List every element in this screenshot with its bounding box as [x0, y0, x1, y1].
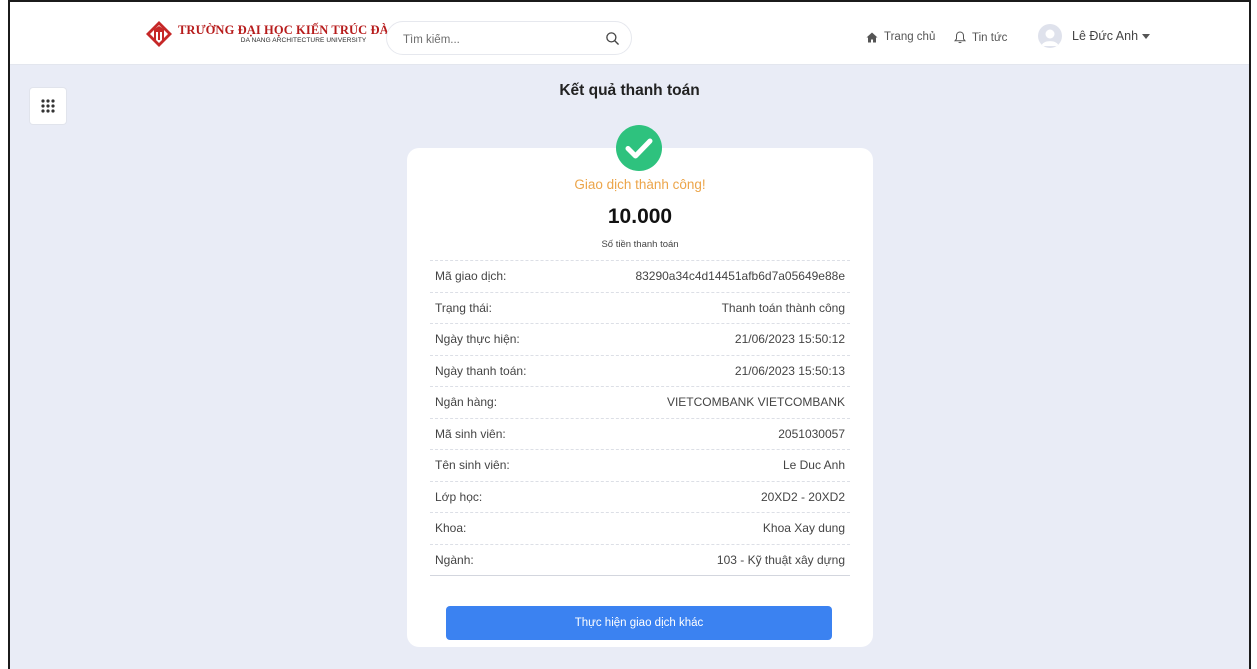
detail-row-paid-date: Ngày thanh toán: 21/06/2023 15:50:13 — [430, 354, 850, 387]
detail-label: Ngày thực hiện: — [435, 332, 520, 347]
top-navbar: TRƯỜNG ĐẠI HỌC KIẾN TRÚC ĐÀ NẴNG DA NANG… — [10, 2, 1249, 65]
nav-news-link[interactable]: Tin tức — [954, 31, 1007, 44]
detail-label: Ngân hàng: — [435, 395, 498, 410]
apps-grid-icon — [41, 99, 55, 113]
university-logo-icon — [146, 21, 172, 47]
detail-label: Mã giao dịch: — [435, 269, 507, 284]
home-icon — [866, 32, 878, 42]
user-menu[interactable]: Lê Đức Anh — [1038, 24, 1151, 48]
detail-label: Ngày thanh toán: — [435, 363, 527, 378]
detail-value: 83290a34c4d14451afb6d7a05649e88e — [635, 269, 845, 284]
search-input[interactable] — [401, 30, 595, 50]
payment-amount: 10.000 — [607, 205, 673, 228]
nav-home-label: Trang chủ — [884, 31, 936, 43]
detail-label: Lớp học: — [435, 489, 483, 504]
detail-label: Khoa: — [435, 521, 467, 536]
payment-amount-label: Số tiền thanh toán — [601, 239, 679, 250]
app-window: TRƯỜNG ĐẠI HỌC KIẾN TRÚC ĐÀ NẴNG DA NANG… — [8, 0, 1251, 669]
detail-row-created-date: Ngày thực hiện: 21/06/2023 15:50:12 — [430, 323, 850, 355]
nav-home-link[interactable]: Trang chủ — [866, 31, 935, 43]
detail-value: VIETCOMBANK VIETCOMBANK — [666, 395, 845, 410]
detail-row-student-name: Tên sinh viên: Le Duc Anh — [430, 449, 850, 481]
detail-label: Trạng thái: — [435, 300, 492, 315]
detail-value: 21/06/2023 15:50:13 — [734, 363, 845, 378]
detail-row-student-id: Mã sinh viên: 2051030057 — [430, 417, 850, 450]
details-divider — [430, 575, 850, 576]
detail-value: 103 - Kỹ thuật xây dựng — [716, 552, 845, 567]
detail-row-status: Trạng thái: Thanh toán thành công — [430, 291, 850, 324]
check-circle-icon — [616, 125, 662, 171]
payment-result-card: Giao dịch thành công! 10.000 Số tiền tha… — [407, 148, 873, 647]
user-avatar-icon — [1038, 24, 1062, 48]
detail-row-bank: Ngân hàng: VIETCOMBANK VIETCOMBANK — [430, 386, 850, 418]
detail-row-faculty: Khoa: Khoa Xay dung — [430, 512, 850, 544]
detail-row-major: Ngành: 103 - Kỹ thuật xây dựng — [430, 543, 850, 576]
page-title: Kết quả thanh toán — [559, 82, 700, 99]
detail-label: Mã sinh viên: — [435, 426, 506, 441]
search-icon[interactable] — [605, 31, 620, 46]
user-name: Lê Đức Anh — [1072, 29, 1139, 43]
success-message: Giao dịch thành công! — [574, 177, 706, 192]
detail-value: Khoa Xay dung — [762, 521, 845, 536]
detail-label: Tên sinh viên: — [435, 458, 510, 473]
detail-value: Thanh toán thành công — [721, 300, 845, 315]
detail-value: 2051030057 — [778, 426, 845, 441]
detail-value: Le Duc Anh — [782, 458, 845, 473]
detail-row-transaction-id: Mã giao dịch: 83290a34c4d14451afb6d7a056… — [430, 260, 850, 292]
search-box — [386, 21, 632, 55]
transaction-details: Mã giao dịch: 83290a34c4d14451afb6d7a056… — [430, 260, 850, 576]
caret-down-icon — [1142, 33, 1151, 39]
new-transaction-button[interactable]: Thực hiện giao dịch khác — [446, 606, 832, 640]
bell-icon — [954, 31, 966, 44]
nav-news-label: Tin tức — [972, 31, 1008, 44]
detail-row-class: Lớp học: 20XD2 - 20XD2 — [430, 480, 850, 513]
detail-value: 20XD2 - 20XD2 — [760, 489, 845, 504]
detail-value: 21/06/2023 15:50:12 — [734, 332, 845, 347]
detail-label: Ngành: — [435, 552, 474, 567]
